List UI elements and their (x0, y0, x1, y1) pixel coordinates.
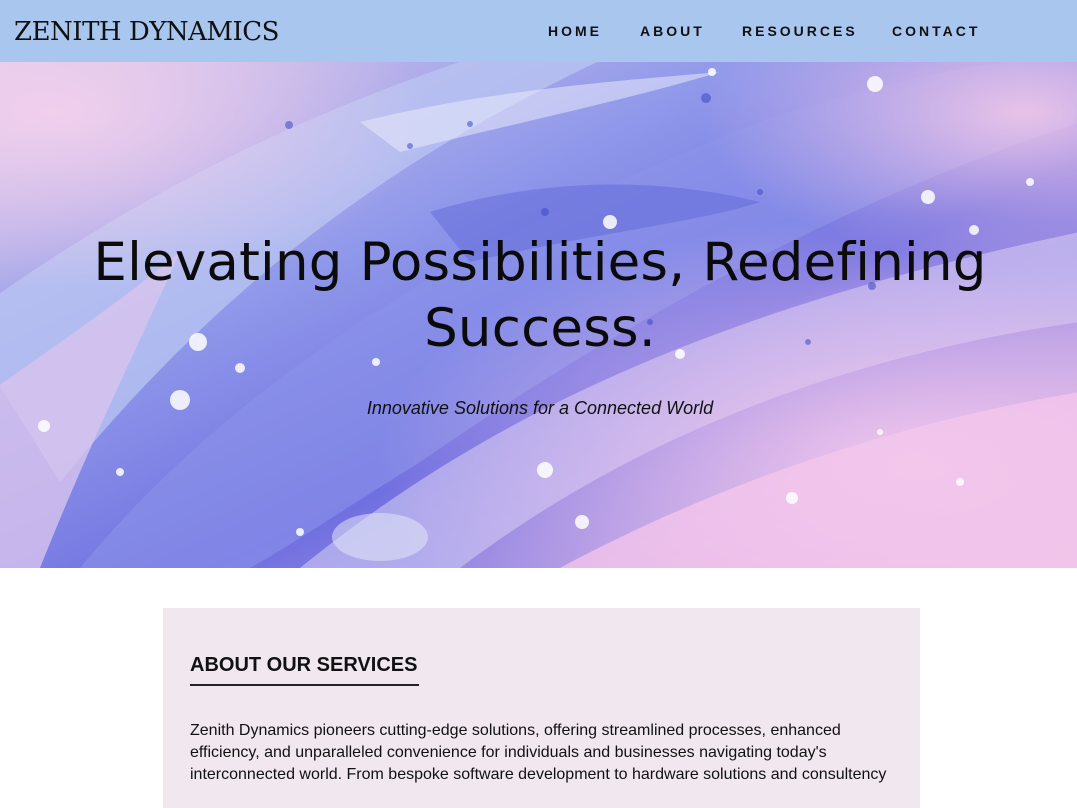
about-services-card: ABOUT OUR SERVICES Zenith Dynamics pione… (163, 608, 920, 808)
hero-headline-line-1: Elevating Possibilities, Redefining (93, 232, 987, 293)
nav-item-home[interactable]: HOME (548, 22, 602, 40)
about-services-heading: ABOUT OUR SERVICES (190, 654, 418, 676)
hero-headline-line-2: Success. (424, 298, 656, 359)
brand-logo[interactable]: ZENITH DYNAMICS (14, 14, 279, 50)
hero-subtitle: Innovative Solutions for a Connected Wor… (366, 398, 714, 418)
nav-item-contact[interactable]: CONTACT (892, 22, 980, 40)
top-navbar: ZENITH DYNAMICS HOME ABOUT RESOURCES CON… (0, 0, 1077, 62)
hero-banner: Elevating Possibilities, Redefining Succ… (0, 62, 1077, 568)
hero-headline: Elevating Possibilities, Redefining Succ… (40, 230, 1040, 362)
nav-item-about[interactable]: ABOUT (640, 22, 705, 40)
about-services-body: Zenith Dynamics pioneers cutting-edge so… (190, 722, 887, 783)
heading-underline (190, 684, 419, 686)
nav-item-resources[interactable]: RESOURCES (742, 22, 858, 40)
